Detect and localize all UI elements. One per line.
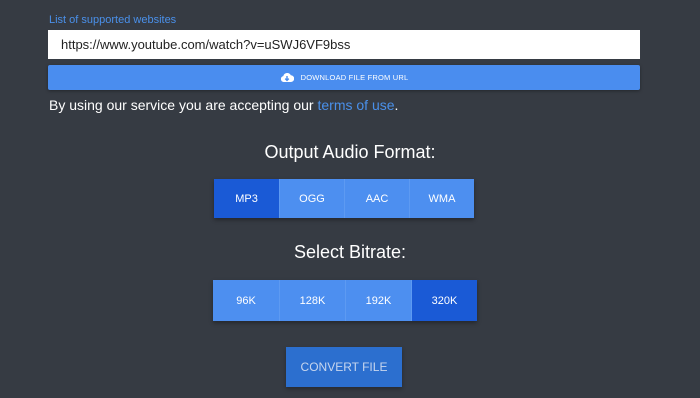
- convert-file-button[interactable]: CONVERT FILE: [286, 347, 402, 387]
- bitrate-option-96k[interactable]: 96K: [213, 280, 279, 321]
- bitrate-heading: Select Bitrate:: [293, 242, 407, 262]
- format-button-group: MP3 OGG AAC WMA: [214, 179, 474, 218]
- format-option-ogg[interactable]: OGG: [279, 179, 344, 218]
- bitrate-button-group: 96K 128K 192K 320K: [213, 280, 477, 321]
- output-format-heading: Output Audio Format:: [264, 142, 436, 162]
- bitrate-option-128k[interactable]: 128K: [279, 280, 345, 321]
- cloud-download-icon: [280, 72, 294, 83]
- format-option-mp3[interactable]: MP3: [214, 179, 279, 218]
- download-button-label: DOWNLOAD FILE FROM URL: [300, 73, 409, 82]
- url-input[interactable]: [48, 30, 640, 59]
- format-option-aac[interactable]: AAC: [344, 179, 409, 218]
- terms-suffix: .: [394, 97, 399, 113]
- download-from-url-button[interactable]: DOWNLOAD FILE FROM URL: [48, 65, 640, 90]
- bitrate-option-320k[interactable]: 320K: [411, 280, 477, 321]
- terms-of-use-link[interactable]: terms of use: [317, 97, 394, 113]
- bitrate-option-192k[interactable]: 192K: [345, 280, 411, 321]
- terms-notice: By using our service you are accepting o…: [49, 97, 398, 113]
- format-option-wma[interactable]: WMA: [409, 179, 474, 218]
- terms-prefix: By using our service you are accepting o…: [49, 97, 318, 113]
- supported-websites-link[interactable]: List of supported websites: [49, 14, 176, 26]
